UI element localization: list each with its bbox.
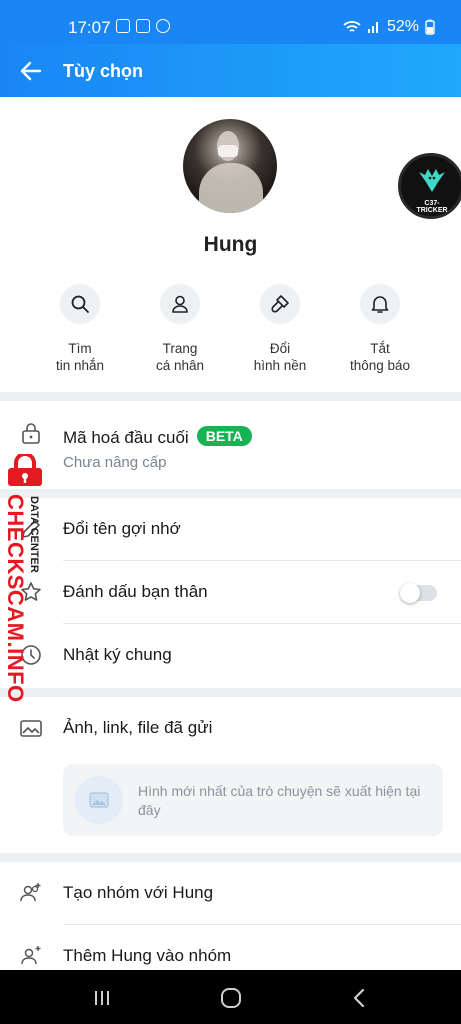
page-title: Tùy chọn	[63, 61, 143, 81]
signal-icon	[367, 22, 378, 33]
media-row[interactable]: Ảnh, link, file đã gửi	[0, 697, 461, 760]
notification-icons	[116, 19, 170, 33]
pencil-icon	[22, 520, 40, 538]
media-label: Ảnh, link, file đã gửi	[63, 718, 213, 737]
system-nav-bar	[0, 970, 461, 1024]
header-bar: Tùy chọn	[0, 44, 461, 97]
encryption-title: Mã hoá đầu cuối	[63, 428, 189, 447]
add-to-group-row[interactable]: Thêm Hung vào nhóm	[0, 925, 461, 970]
gallery-notification-icon	[116, 19, 130, 33]
bubble-label: C37-TRICKER	[416, 200, 448, 214]
media-empty-box: Hình mới nhất của trò chuyện sẽ xuất hiệ…	[63, 764, 443, 836]
mute-notifications-button[interactable]: Tắt thông báo	[330, 284, 430, 374]
status-right: 52%	[343, 18, 435, 36]
create-group-row[interactable]: Tạo nhóm với Hung	[0, 862, 461, 925]
diary-row[interactable]: Nhật ký chung	[0, 624, 461, 687]
rename-row[interactable]: Đổi tên gợi nhớ	[0, 498, 461, 561]
mute-notifications-label: Tắt thông báo	[349, 341, 411, 373]
photo-folder-icon	[20, 720, 42, 737]
create-group-label: Tạo nhóm với Hung	[63, 883, 214, 902]
encryption-status: Chưa nâng cấp	[63, 454, 167, 471]
section-divider	[0, 489, 461, 498]
change-background-button[interactable]: Đổi hình nền	[230, 284, 330, 374]
add-to-group-label: Thêm Hung vào nhóm	[63, 946, 232, 965]
avatar[interactable]	[183, 119, 277, 213]
clock-icon	[21, 645, 41, 665]
home-icon[interactable]	[219, 986, 243, 1010]
section-divider	[0, 688, 461, 697]
eagle-logo-icon	[419, 169, 445, 192]
battery-percent: 52%	[386, 18, 419, 35]
media-empty-text: Hình mới nhất của trò chuyện sẽ xuất hiệ…	[138, 783, 421, 818]
group-add-icon	[20, 883, 41, 902]
wifi-icon	[343, 21, 361, 32]
search-messages-button[interactable]: Tìm tin nhắn	[30, 284, 130, 374]
recent-apps-icon[interactable]	[90, 986, 114, 1010]
section-divider	[0, 853, 461, 862]
floating-chat-bubble[interactable]: C37-TRICKER	[398, 153, 461, 219]
diary-label: Nhật ký chung	[63, 645, 172, 664]
user-icon	[160, 284, 200, 324]
encryption-label: Mã hoá đầu cuối BETA	[63, 426, 252, 448]
profile-page-button[interactable]: Trang cá nhân	[130, 284, 230, 374]
beta-badge: BETA	[196, 426, 252, 446]
toggle-knob	[400, 583, 420, 603]
avatar-body-shape	[199, 163, 263, 213]
encryption-row[interactable]: Mã hoá đầu cuối BETA	[0, 401, 461, 489]
back-arrow-icon[interactable]	[18, 58, 44, 84]
user-add-icon	[21, 946, 41, 965]
image-placeholder-icon	[75, 776, 123, 824]
rename-label: Đổi tên gợi nhớ	[63, 519, 181, 538]
battery-icon	[425, 19, 435, 35]
search-icon	[60, 284, 100, 324]
profile-page-label: Trang cá nhân	[155, 341, 205, 373]
messenger-notification-icon	[156, 19, 170, 33]
avatar-mask-shape	[218, 145, 238, 157]
lock-icon	[22, 423, 40, 444]
status-bar: 17:07 52%	[0, 0, 461, 44]
change-background-label: Đổi hình nền	[253, 341, 307, 373]
bell-icon	[360, 284, 400, 324]
quick-actions: Tìm tin nhắn Trang cá nhân Đổi hình nền …	[30, 284, 430, 374]
profile-name: Hung	[203, 233, 258, 256]
star-icon	[21, 582, 41, 601]
search-messages-label: Tìm tin nhắn	[55, 341, 105, 373]
paintbrush-icon	[260, 284, 300, 324]
back-nav-icon[interactable]	[348, 986, 372, 1010]
best-friend-row[interactable]: Đánh dấu bạn thân	[0, 561, 461, 624]
best-friend-toggle[interactable]	[400, 583, 437, 603]
app-notification-icon	[136, 19, 150, 33]
best-friend-label: Đánh dấu bạn thân	[63, 582, 208, 601]
section-divider	[0, 392, 461, 401]
status-time: 17:07	[68, 18, 111, 37]
